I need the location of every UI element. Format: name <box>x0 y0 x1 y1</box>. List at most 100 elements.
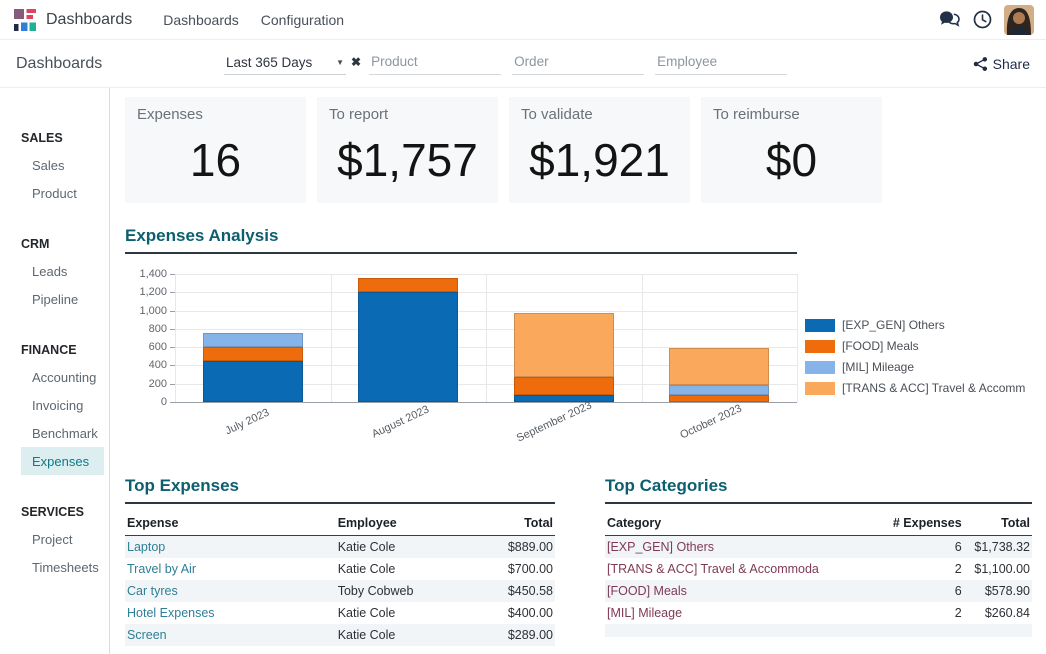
bar-segment-food-meals[interactable] <box>514 377 614 395</box>
product-filter-input[interactable] <box>369 52 501 75</box>
gridline <box>486 274 487 402</box>
employee-filter-input[interactable] <box>655 52 787 75</box>
sidebar-section-finance: FINANCE <box>21 337 109 363</box>
chart-legend: [EXP_GEN] Others [FOOD] Meals [MIL] Mileag… <box>805 318 1025 395</box>
y-axis-label: 600 <box>149 341 167 353</box>
sidebar-item-invoicing[interactable]: Invoicing <box>21 391 104 419</box>
control-panel: Dashboards Last 365 Days ▼ ✖ Share <box>0 40 1046 88</box>
order-filter-input[interactable] <box>512 52 644 75</box>
cell: $289.00 <box>478 624 555 646</box>
sidebar-item-pipeline[interactable]: Pipeline <box>21 285 104 313</box>
column-header-expense: Expense <box>125 513 336 536</box>
cell: 2 <box>887 602 964 624</box>
top-navbar: Dashboards Dashboards Configuration <box>0 0 1046 40</box>
user-avatar[interactable] <box>1004 5 1034 35</box>
messages-icon[interactable] <box>938 10 961 29</box>
legend-swatch <box>805 361 835 374</box>
table-row: LaptopKatie Cole$889.00 <box>125 536 555 559</box>
kpi-row: Expenses16To report$1,757To validate$1,9… <box>125 97 1046 203</box>
filter-bar: Last 365 Days ▼ ✖ <box>224 52 798 75</box>
category-link[interactable]: [FOOD] Meals <box>605 580 887 602</box>
gridline <box>331 274 332 402</box>
period-filter[interactable]: Last 365 Days ▼ <box>224 53 346 75</box>
legend-label: [MIL] Mileage <box>842 360 914 374</box>
menu-dashboards[interactable]: Dashboards <box>152 12 250 28</box>
top-expenses-section: Top Expenses ExpenseEmployeeTotalLaptopK… <box>125 476 555 646</box>
expense-link[interactable]: Laptop <box>125 536 336 559</box>
sidebar-item-expenses[interactable]: Expenses <box>21 447 104 475</box>
table-row: ScreenKatie Cole$289.00 <box>125 624 555 646</box>
kpi-value: $1,757 <box>317 117 498 203</box>
top-categories-title: Top Categories <box>605 476 1032 504</box>
x-axis-label: August 2023 <box>370 404 431 441</box>
cell: 2 <box>887 558 964 580</box>
cell: Toby Cobweb <box>336 580 478 602</box>
x-axis-line <box>175 402 797 403</box>
expense-link[interactable]: Screen <box>125 624 336 646</box>
sidebar-section-services: SERVICES <box>21 499 109 525</box>
legend-item-food-meals[interactable]: [FOOD] Meals <box>805 339 1025 353</box>
bar-segment-food-meals[interactable] <box>203 347 303 361</box>
legend-swatch <box>805 382 835 395</box>
legend-label: [EXP_GEN] Others <box>842 318 945 332</box>
app-logo-icon[interactable] <box>14 9 36 31</box>
cell <box>964 624 1032 637</box>
bar-segment-exp-gen-others[interactable] <box>514 395 614 402</box>
topbar-right <box>938 5 1034 35</box>
legend-item-trans-acc-travel-accomm[interactable]: [TRANS & ACC] Travel & Accomm <box>805 381 1025 395</box>
category-link[interactable]: [EXP_GEN] Others <box>605 536 887 559</box>
top-expenses-title: Top Expenses <box>125 476 555 504</box>
cell: $450.58 <box>478 580 555 602</box>
table-row: [TRANS & ACC] Travel & Accommoda2$1,100.… <box>605 558 1032 580</box>
category-link <box>605 624 887 637</box>
bar-segment-exp-gen-others[interactable] <box>358 292 458 402</box>
sidebar-section-crm: CRM <box>21 231 109 257</box>
legend-item-mil-mileage[interactable]: [MIL] Mileage <box>805 360 1025 374</box>
cell: $1,738.32 <box>964 536 1032 559</box>
kpi-value: $1,921 <box>509 117 690 203</box>
y-axis-label: 800 <box>149 323 167 335</box>
sidebar-item-benchmark[interactable]: Benchmark <box>21 419 104 447</box>
menu-configuration[interactable]: Configuration <box>250 12 355 28</box>
share-icon <box>973 56 988 72</box>
sidebar-item-sales[interactable]: Sales <box>21 151 104 179</box>
column-header-employee: Employee <box>336 513 478 536</box>
share-button[interactable]: Share <box>973 56 1030 72</box>
gridline <box>642 274 643 402</box>
x-axis-label: July 2023 <box>223 407 271 438</box>
legend-label: [TRANS & ACC] Travel & Accomm <box>842 381 1025 395</box>
bar-segment-food-meals[interactable] <box>358 278 458 292</box>
chart-plot-area[interactable]: July 2023August 2023September 2023Octobe… <box>175 274 797 402</box>
app-name: Dashboards <box>46 11 132 29</box>
sidebar-item-leads[interactable]: Leads <box>21 257 104 285</box>
bar-segment-food-meals[interactable] <box>669 395 769 402</box>
x-axis-label: October 2023 <box>679 402 744 441</box>
table-row: Car tyresToby Cobweb$450.58 <box>125 580 555 602</box>
bar-segment-trans-acc-travel-accomm[interactable] <box>514 313 614 377</box>
y-axis-label: 1,000 <box>139 305 167 317</box>
expense-link[interactable]: Hotel Expenses <box>125 602 336 624</box>
category-link[interactable]: [MIL] Mileage <box>605 602 887 624</box>
activities-clock-icon[interactable] <box>973 10 992 29</box>
bar-segment-mil-mileage[interactable] <box>203 333 303 347</box>
share-label: Share <box>993 56 1030 72</box>
clear-filter-icon[interactable]: ✖ <box>351 55 361 69</box>
expense-link[interactable]: Car tyres <box>125 580 336 602</box>
sidebar-item-product[interactable]: Product <box>21 179 104 207</box>
kpi-card-to-report: To report$1,757 <box>317 97 498 203</box>
cell: 6 <box>887 580 964 602</box>
bar-segment-mil-mileage[interactable] <box>669 385 769 395</box>
bar-segment-trans-acc-travel-accomm[interactable] <box>669 348 769 385</box>
sidebar-item-accounting[interactable]: Accounting <box>21 363 104 391</box>
legend-item-exp-gen-others[interactable]: [EXP_GEN] Others <box>805 318 1025 332</box>
expenses-analysis-title: Expenses Analysis <box>125 226 797 254</box>
sidebar-item-project[interactable]: Project <box>21 525 104 553</box>
expense-link[interactable]: Travel by Air <box>125 558 336 580</box>
cell: Katie Cole <box>336 624 478 646</box>
kpi-card-to-reimburse: To reimburse$0 <box>701 97 882 203</box>
bar-segment-exp-gen-others[interactable] <box>203 361 303 402</box>
sidebar: SALESSalesProductCRMLeadsPipelineFINANCE… <box>0 88 110 654</box>
category-link[interactable]: [TRANS & ACC] Travel & Accommoda <box>605 558 887 580</box>
top-expenses-table: ExpenseEmployeeTotalLaptopKatie Cole$889… <box>125 513 555 646</box>
sidebar-item-timesheets[interactable]: Timesheets <box>21 553 104 581</box>
